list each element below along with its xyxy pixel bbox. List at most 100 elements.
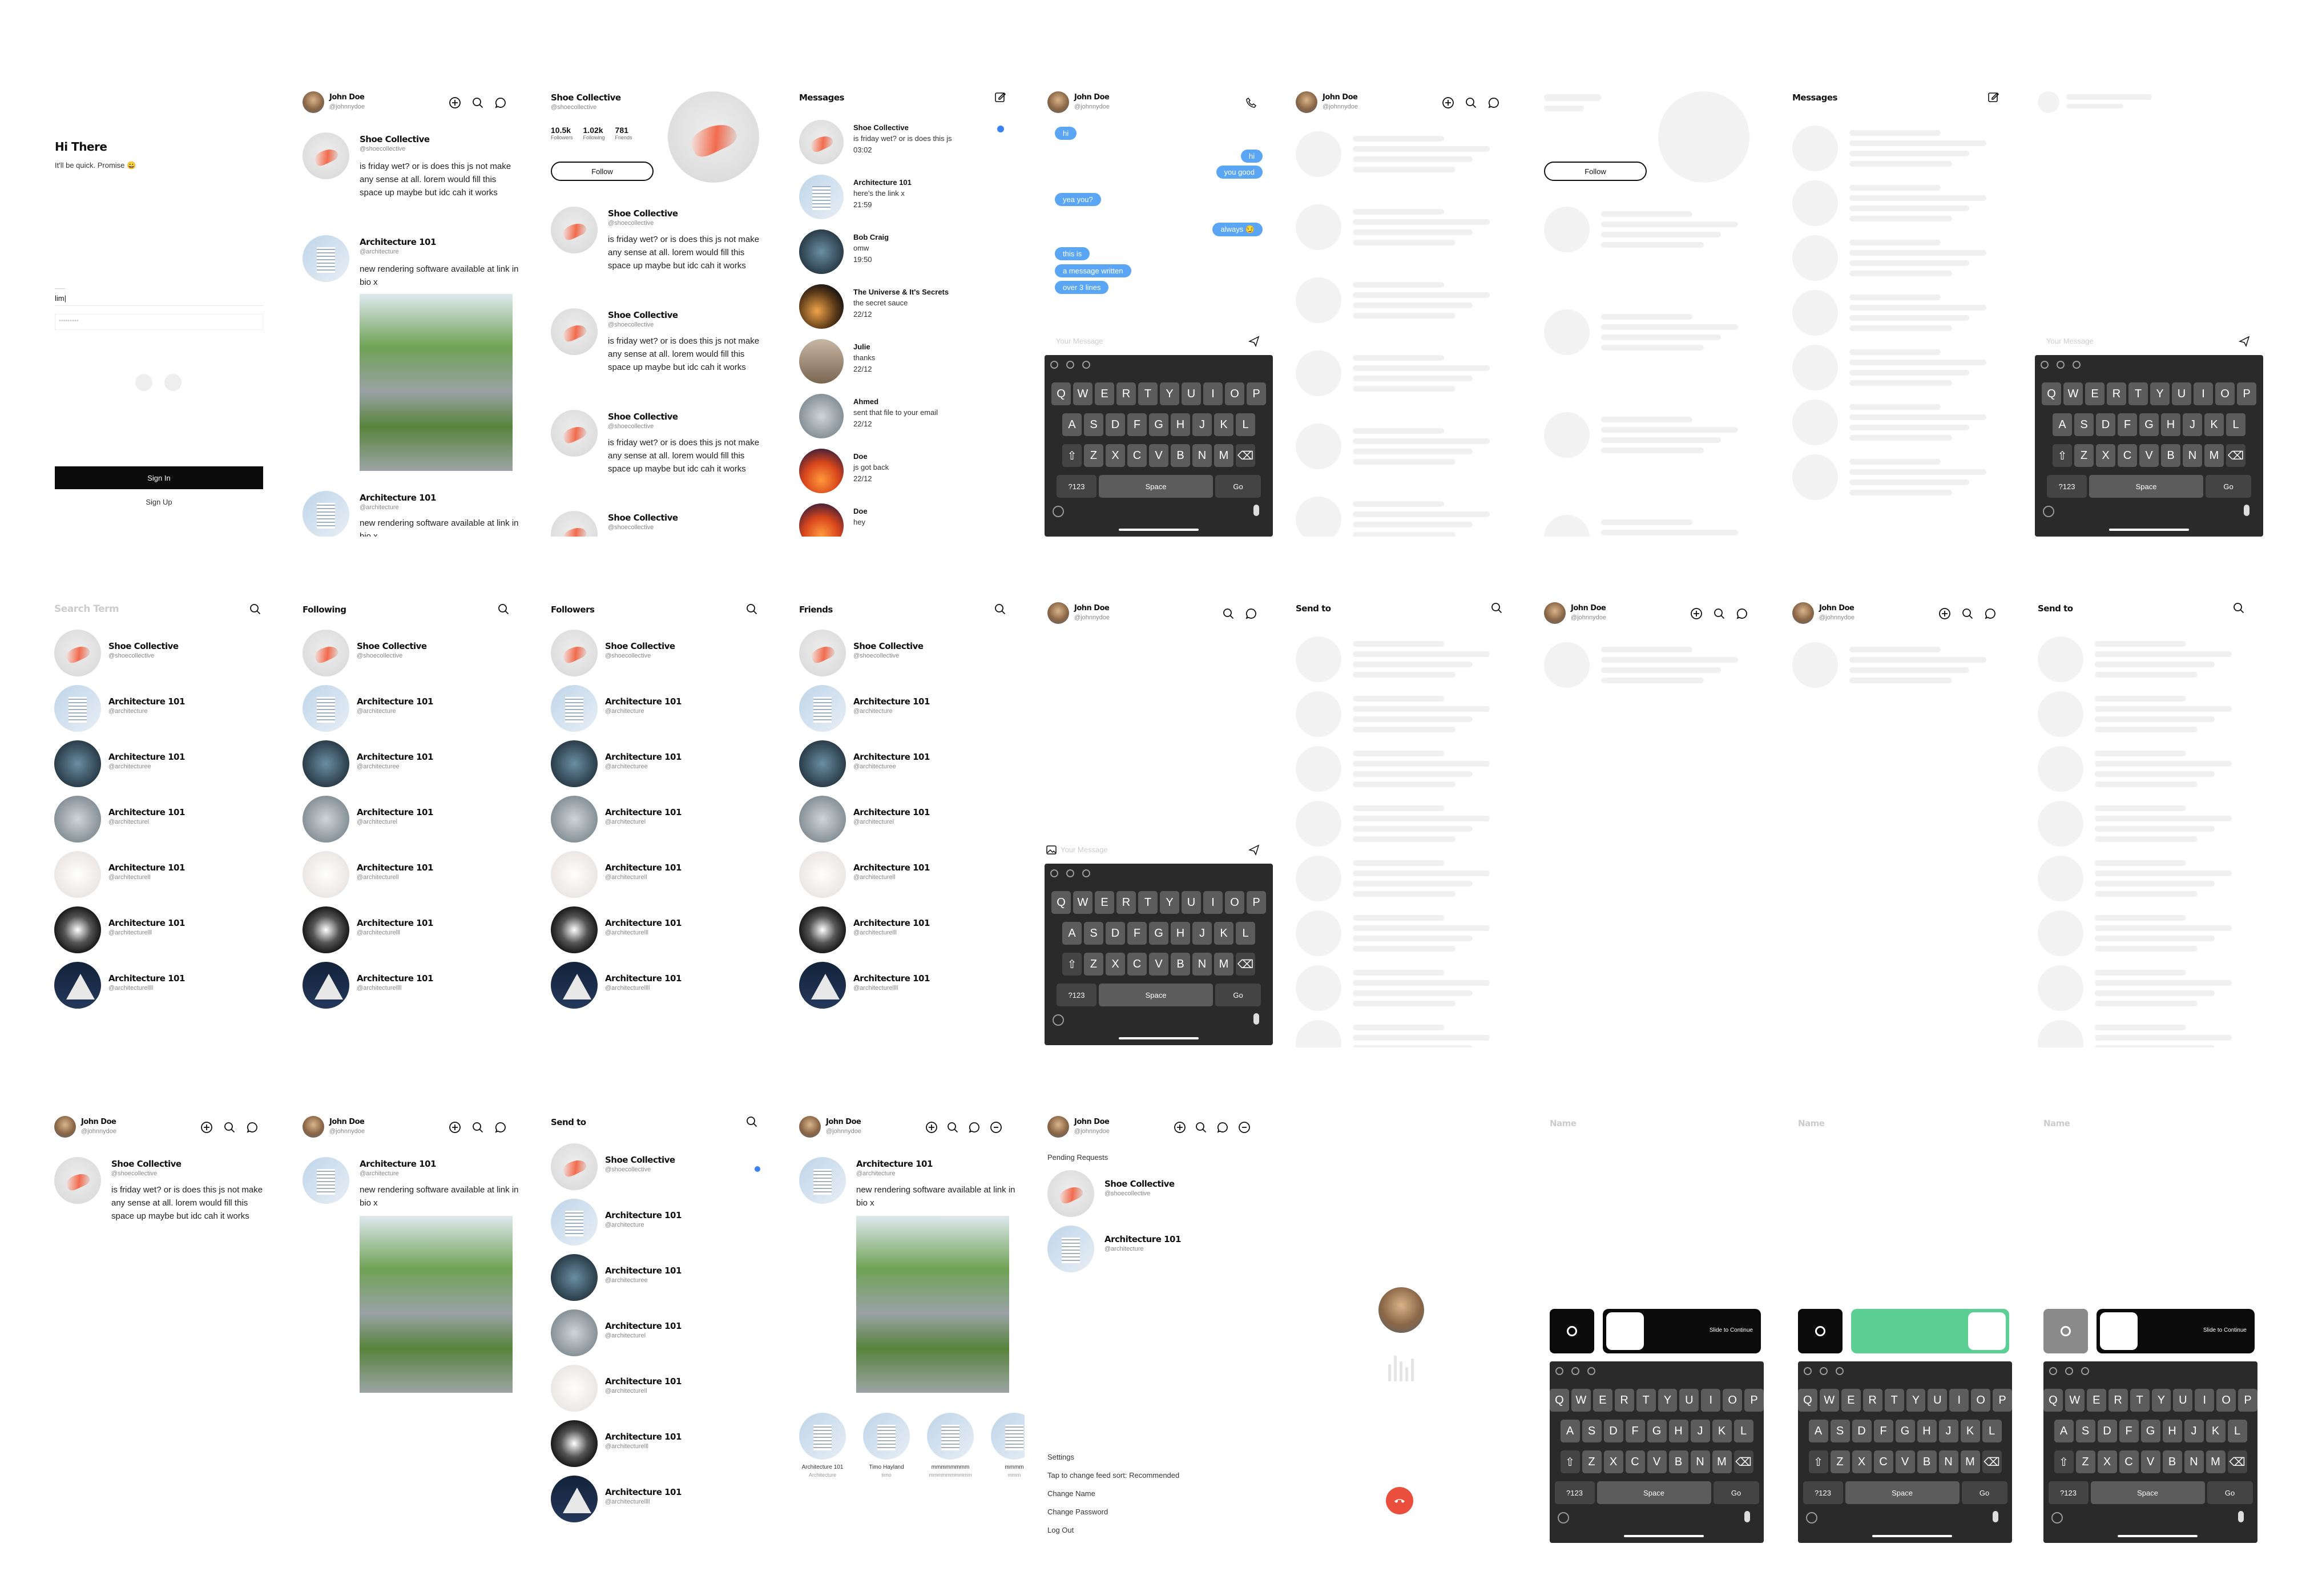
key[interactable]: Y [1160,891,1179,914]
key[interactable]: L [2226,413,2245,436]
search-icon[interactable] [946,1121,959,1134]
key[interactable]: K [1960,1420,1980,1442]
key[interactable]: U [1182,382,1201,405]
key[interactable]: Q [1549,1389,1569,1412]
key[interactable]: Z [1582,1450,1602,1473]
post-image[interactable] [360,1216,513,1393]
key[interactable]: G [1647,1420,1667,1442]
moon-icon[interactable] [1820,1367,1828,1375]
key[interactable]: K [1712,1420,1732,1442]
search-icon[interactable] [745,602,759,616]
thread-avatar[interactable] [799,394,844,438]
key[interactable]: G [2140,1420,2160,1442]
settings-icon[interactable] [1050,869,1058,877]
go-key[interactable]: Go [1215,475,1261,498]
apple-login-icon[interactable] [164,374,182,391]
thread-avatar[interactable] [799,229,844,274]
go-key[interactable]: Go [1215,984,1261,1006]
list-name[interactable]: Architecture 101 [108,918,185,928]
moon-icon[interactable] [1066,869,1074,877]
thread-avatar[interactable] [799,284,844,329]
list-name[interactable]: Architecture 101 [605,863,682,873]
list-avatar[interactable] [799,740,846,787]
key[interactable]: Q [1797,1389,1817,1412]
key[interactable]: K [2204,413,2224,436]
list-avatar[interactable] [303,962,349,1009]
key[interactable]: I [1949,1389,1969,1412]
post-image[interactable] [856,1216,1009,1393]
key[interactable]: M [1214,444,1233,467]
key[interactable]: M [2206,1450,2226,1473]
list-name[interactable]: Architecture 101 [605,1432,682,1442]
moon-icon[interactable] [1066,361,1074,369]
settings-icon[interactable] [1555,1367,1563,1375]
search-icon[interactable] [1194,1121,1208,1134]
story-avatar[interactable] [863,1413,910,1460]
key[interactable]: T [1636,1389,1656,1412]
mic-icon[interactable] [1744,1511,1750,1522]
chat-icon[interactable] [494,1121,507,1134]
list-avatar[interactable] [551,1309,598,1356]
key[interactable]: W [1073,382,1092,405]
keyboard[interactable]: Q W E R T Y U I O P A S D F G H J K L ⇧ Z X C V B N M ⌫ ?123 Space Go [2035,355,2263,537]
list-avatar[interactable] [551,1254,598,1301]
story-avatar[interactable] [927,1413,974,1460]
add-icon[interactable] [448,96,462,110]
key[interactable]: H [1171,413,1190,436]
post-avatar[interactable] [303,132,349,179]
key[interactable]: F [1127,413,1147,436]
key[interactable]: M [2204,444,2224,467]
key[interactable]: V [1149,444,1168,467]
list-avatar[interactable] [54,740,101,787]
post-avatar[interactable] [799,1157,846,1204]
list-name[interactable]: Architecture 101 [853,807,930,817]
key[interactable]: L [1236,922,1255,945]
key[interactable]: Y [1160,382,1179,405]
search-input[interactable]: Search Term [54,603,119,615]
slider-knob[interactable] [2100,1312,2138,1350]
record-button[interactable] [1550,1309,1594,1353]
key[interactable]: O [1225,382,1244,405]
chat-bubble[interactable]: you good [1216,166,1263,179]
compose-icon[interactable] [993,90,1007,104]
emoji-icon[interactable] [1806,1512,1817,1524]
list-avatar[interactable] [551,906,598,953]
key[interactable]: B [2162,1450,2182,1473]
key[interactable]: P [1247,382,1266,405]
key[interactable]: M [1960,1450,1980,1473]
google-login-icon[interactable] [135,374,152,391]
avatar[interactable] [799,1116,821,1138]
logout-option[interactable]: Log Out [1047,1526,1074,1534]
list-name[interactable]: Shoe Collective [853,641,924,651]
post-avatar[interactable] [551,511,598,537]
list-name[interactable]: Architecture 101 [605,807,682,817]
chat-icon[interactable] [1735,607,1749,620]
space-key[interactable]: Space [2089,475,2203,498]
palette-icon[interactable] [1082,869,1090,877]
key[interactable]: N [1938,1450,1958,1473]
search-icon[interactable] [2232,601,2245,615]
search-icon[interactable] [223,1121,236,1134]
key[interactable]: A [1808,1420,1828,1442]
go-key[interactable]: Go [1961,1481,2007,1504]
shift-key[interactable]: ⇧ [2054,1450,2074,1473]
search-icon[interactable] [1464,96,1478,110]
palette-icon[interactable] [1082,361,1090,369]
key[interactable]: U [1928,1389,1948,1412]
list-avatar[interactable] [799,685,846,732]
key[interactable]: I [1701,1389,1721,1412]
key[interactable]: D [1852,1420,1872,1442]
avatar[interactable] [1296,91,1317,113]
key[interactable]: D [1106,922,1125,945]
hang-up-button[interactable] [1386,1487,1413,1514]
more-icon[interactable] [989,1121,1003,1134]
key[interactable]: R [1862,1389,1882,1412]
chat-icon[interactable] [1244,607,1258,620]
palette-icon[interactable] [2073,361,2081,369]
backspace-key[interactable]: ⌫ [1236,444,1255,467]
key[interactable]: T [1884,1389,1904,1412]
key[interactable]: N [1690,1450,1710,1473]
thread-avatar[interactable] [799,503,844,537]
search-icon[interactable] [1490,601,1503,615]
search-icon[interactable] [248,602,262,616]
